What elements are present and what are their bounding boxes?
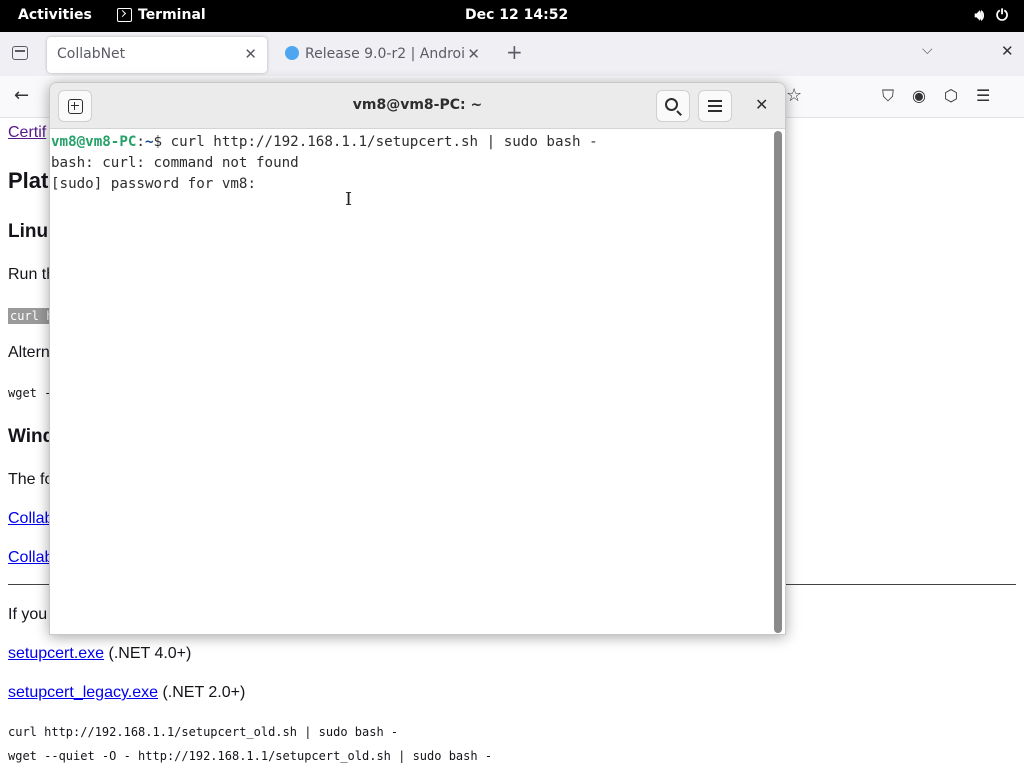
setupcert-legacy-note: (.NET 2.0+) bbox=[158, 684, 246, 701]
prompt-user: vm8@vm8-PC bbox=[51, 134, 137, 150]
code-wget: wget - bbox=[8, 386, 52, 400]
terminal-line: bash: curl: command not found bbox=[51, 155, 299, 171]
hamburger-menu-icon bbox=[708, 100, 722, 112]
setupcert-line: setupcert.exe (.NET 4.0+) bbox=[8, 645, 191, 663]
power-icon: ⏻ bbox=[996, 6, 1008, 24]
tab-title: CollabNet bbox=[57, 46, 126, 62]
setupcert-legacy-line: setupcert_legacy.exe (.NET 2.0+) bbox=[8, 684, 245, 702]
link-setupcert-exe[interactable]: setupcert.exe bbox=[8, 645, 104, 662]
search-icon bbox=[665, 98, 678, 111]
extensions-icon[interactable]: ⬡ bbox=[944, 86, 958, 106]
system-menu[interactable]: 🔊︎ ⏻ bbox=[975, 6, 1008, 24]
terminal-line: vm8@vm8-PC:~$ curl http://192.168.1.1/se… bbox=[51, 132, 785, 153]
close-window-button[interactable]: ✕ bbox=[1001, 42, 1014, 60]
firefox-view-icon[interactable] bbox=[12, 46, 28, 60]
link-certificate[interactable]: Certif bbox=[8, 124, 46, 142]
text-following: The fo bbox=[8, 471, 54, 488]
terminal-menu-button[interactable] bbox=[698, 90, 732, 122]
account-icon[interactable]: ◉ bbox=[912, 86, 926, 106]
text-if-you: If you bbox=[8, 606, 48, 623]
prompt-separator: : bbox=[136, 134, 145, 150]
speaker-icon: 🔊︎ bbox=[974, 6, 985, 24]
setupcert-note: (.NET 4.0+) bbox=[104, 645, 192, 662]
code-old-curl: curl http://192.168.1.1/setupcert_old.sh… bbox=[8, 725, 399, 739]
terminal-line: [sudo] password for vm8: bbox=[51, 176, 265, 192]
terminal-window[interactable]: vm8@vm8-PC: ~ ✕ vm8@vm8-PC:~$ curl http:… bbox=[49, 82, 786, 635]
bookmark-star-icon[interactable]: ☆ bbox=[786, 85, 802, 106]
toolbar-icons: ⛉ ◉ ⬡ ☰ bbox=[882, 86, 990, 106]
tab-collabnet[interactable]: CollabNet ✕ bbox=[47, 37, 267, 73]
heading-windows: Wind bbox=[8, 426, 55, 447]
terminal-icon bbox=[117, 8, 132, 22]
text-alternative: Altern bbox=[8, 344, 50, 361]
app-name: Terminal bbox=[138, 7, 206, 23]
list-all-tabs-button[interactable]: ⌵ bbox=[922, 42, 933, 58]
activities-button[interactable]: Activities bbox=[18, 7, 92, 23]
link-collabnet-2[interactable]: Collab bbox=[8, 549, 53, 567]
link-collabnet-1[interactable]: Collab bbox=[8, 510, 53, 528]
heading-platform: Plat bbox=[8, 168, 49, 193]
favicon-icon bbox=[285, 46, 299, 60]
scrollbar-thumb[interactable] bbox=[774, 131, 782, 633]
new-tab-button[interactable]: + bbox=[506, 40, 523, 64]
terminal-output[interactable]: vm8@vm8-PC:~$ curl http://192.168.1.1/se… bbox=[50, 130, 785, 634]
close-tab-icon[interactable]: ✕ bbox=[467, 45, 480, 63]
terminal-close-button[interactable]: ✕ bbox=[755, 95, 768, 114]
tab-release[interactable]: Release 9.0-r2 | Android- ✕ bbox=[275, 37, 490, 73]
app-menu[interactable]: Terminal bbox=[117, 7, 206, 23]
link-setupcert-legacy-exe[interactable]: setupcert_legacy.exe bbox=[8, 684, 158, 701]
close-tab-icon[interactable]: ✕ bbox=[244, 45, 257, 63]
prompt-path: ~ bbox=[144, 134, 154, 150]
text-cursor-icon: I bbox=[345, 189, 353, 210]
command-text: $ curl http://192.168.1.1/setupcert.sh |… bbox=[153, 134, 598, 150]
back-arrow-icon[interactable]: ← bbox=[14, 85, 29, 106]
terminal-header-bar[interactable]: vm8@vm8-PC: ~ ✕ bbox=[50, 83, 785, 129]
clock[interactable]: Dec 12 14:52 bbox=[465, 7, 568, 23]
pocket-icon[interactable]: ⛉ bbox=[882, 86, 894, 106]
code-old-wget: wget --quiet -O - http://192.168.1.1/set… bbox=[8, 749, 493, 763]
terminal-scrollbar[interactable] bbox=[774, 131, 782, 633]
gnome-top-bar: Activities Terminal Dec 12 14:52 🔊︎ ⏻ bbox=[0, 0, 1024, 32]
menu-icon[interactable]: ☰ bbox=[976, 86, 990, 106]
heading-linux: Linu bbox=[8, 221, 49, 242]
terminal-search-button[interactable] bbox=[656, 90, 690, 122]
tab-title: Release 9.0-r2 | Android- bbox=[305, 46, 465, 62]
